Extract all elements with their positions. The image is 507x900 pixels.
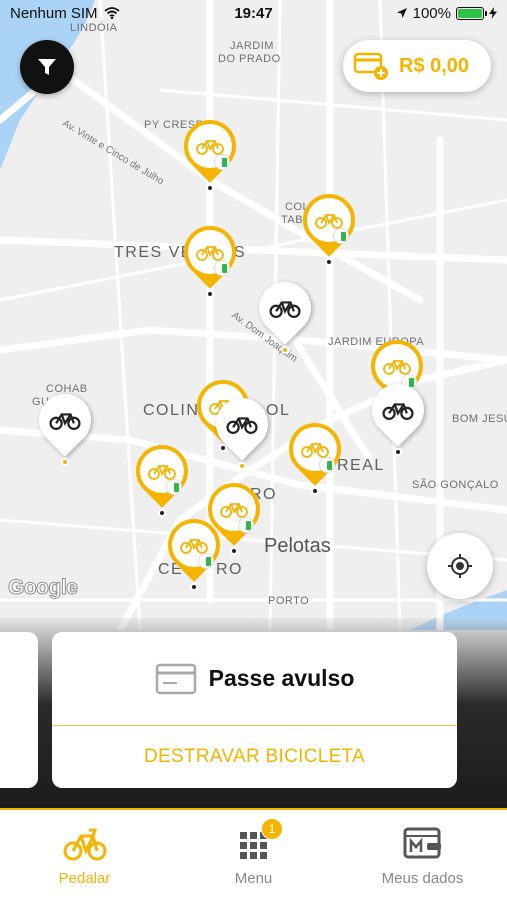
- google-logo: Google: [8, 576, 79, 600]
- bike-icon: [63, 828, 106, 861]
- my-location-button[interactable]: [427, 533, 493, 599]
- ticket-card-icon: [155, 663, 196, 694]
- station-pin[interactable]: [278, 412, 352, 495]
- pass-card-title: Passe avulso: [208, 665, 355, 691]
- bike-icon: [196, 246, 224, 261]
- pass-card-header: Passe avulso: [52, 632, 457, 726]
- charging-icon: [489, 7, 497, 19]
- tab-menu[interactable]: 1 Menu: [169, 810, 338, 900]
- bike-icon: [196, 140, 224, 155]
- map-label-porto: PORTO: [268, 595, 310, 607]
- tab-bar: Pedalar 1 Menu Meus dados: [0, 810, 507, 900]
- map-label-sao-goncalo: SÃO GONÇALO: [412, 479, 499, 491]
- bike-icon: [220, 503, 248, 518]
- bike-icon: [269, 301, 301, 318]
- bike-icon: [148, 465, 176, 480]
- filter-button[interactable]: [20, 40, 74, 94]
- previous-card[interactable]: [0, 632, 38, 788]
- bike-icon: [301, 443, 329, 458]
- map-label-pelotas: Pelotas: [264, 535, 331, 557]
- bike-icon: [180, 539, 208, 554]
- carrier-label: Nenhum SIM: [10, 4, 98, 22]
- station-pin[interactable]: [125, 434, 199, 517]
- pass-carousel: Passe avulso DESTRAVAR BICICLETA: [0, 618, 507, 810]
- station-pin[interactable]: [173, 215, 247, 298]
- filter-icon: [38, 59, 56, 75]
- id-card-icon: [403, 827, 441, 859]
- location-arrow-icon: [396, 8, 407, 18]
- bike-pin[interactable]: [361, 373, 435, 456]
- bike-pin[interactable]: [248, 271, 322, 354]
- station-pin[interactable]: [157, 508, 231, 591]
- tab-menu-label: Menu: [234, 870, 273, 887]
- wallet-amount: R$ 0,00: [399, 54, 470, 77]
- tab-pedalar-label: Pedalar: [58, 870, 111, 887]
- battery-percent: 100%: [412, 4, 451, 22]
- station-pin[interactable]: [173, 109, 247, 192]
- bike-icon: [315, 214, 343, 229]
- pass-card[interactable]: Passe avulso DESTRAVAR BICICLETA: [52, 632, 457, 788]
- map-view[interactable]: LINDÓIA JARDIM DO PRADO PY CRESP Av. Vin…: [0, 0, 507, 630]
- map-label-colin: COLIN: [143, 402, 200, 419]
- map-label-bom-jesus: BOM JESU: [452, 413, 507, 425]
- bike-icon: [382, 403, 414, 420]
- map-label-jardim-prado: JARDIM: [230, 40, 274, 52]
- battery-icon: [456, 6, 487, 20]
- map-label-tab: TAB: [281, 214, 304, 226]
- unlock-bike-button[interactable]: DESTRAVAR BICICLETA: [52, 726, 457, 788]
- tab-meus-dados-label: Meus dados: [381, 870, 464, 887]
- bike-icon: [226, 417, 258, 434]
- menu-badge: 1: [261, 818, 283, 840]
- tab-pedalar[interactable]: Pedalar: [0, 810, 169, 900]
- bike-icon: [49, 413, 81, 430]
- bike-icon: [383, 360, 411, 375]
- tab-meus-dados[interactable]: Meus dados: [338, 810, 507, 900]
- crosshair-icon: [448, 554, 472, 578]
- status-bar: Nenhum SIM 19:47 100%: [0, 0, 507, 26]
- wallet-balance-button[interactable]: R$ 0,00: [343, 40, 491, 92]
- bike-pin[interactable]: [205, 387, 279, 470]
- card-plus-icon: [353, 52, 388, 80]
- wifi-icon: [103, 7, 120, 19]
- bike-pin[interactable]: [28, 383, 102, 466]
- map-label-do-prado: DO PRADO: [218, 53, 281, 65]
- station-pin[interactable]: [292, 183, 366, 266]
